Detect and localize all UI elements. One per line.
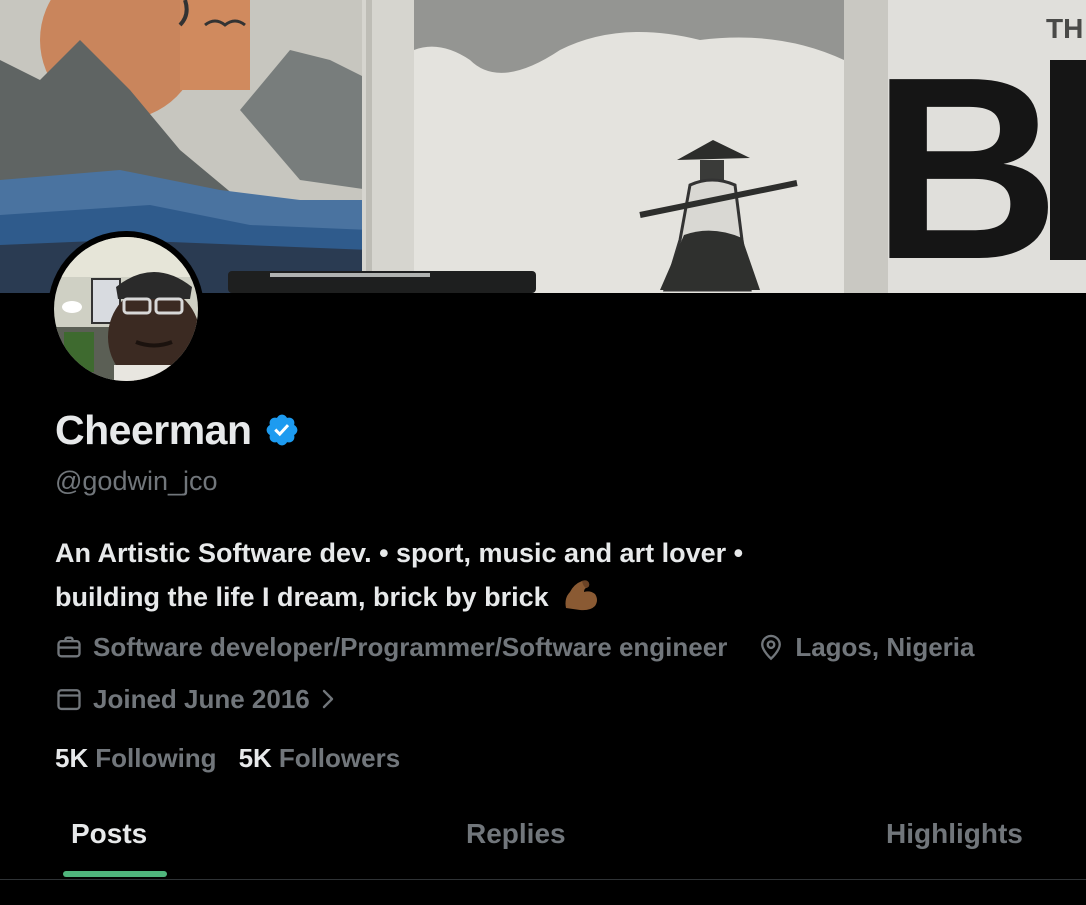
location-text: Lagos, Nigeria	[795, 632, 975, 662]
joined-row[interactable]: Joined June 2016	[55, 683, 336, 715]
tab-highlights[interactable]: Highlights	[886, 816, 1023, 852]
tab-replies[interactable]: Replies	[466, 816, 566, 852]
profile-tabs: Posts Replies Highlights	[0, 798, 1086, 880]
briefcase-icon	[57, 636, 81, 658]
tab-posts[interactable]: Posts	[71, 816, 147, 852]
bio-line-2-text: building the life I dream, brick by bric…	[55, 582, 549, 612]
display-name: Cheerman	[55, 404, 300, 456]
avatar-image	[54, 237, 198, 381]
follow-stats: 5K Following 5K Followers	[55, 742, 400, 774]
following-link[interactable]: 5K Following	[55, 742, 217, 774]
followers-label: Followers	[278, 743, 401, 773]
calendar-icon	[57, 689, 81, 711]
chevron-right-icon[interactable]	[320, 688, 336, 710]
following-label: Following	[95, 743, 217, 773]
followers-count: 5K	[238, 743, 272, 773]
profession-text: Software developer/Programmer/Software e…	[93, 632, 728, 662]
location-item: Lagos, Nigeria	[757, 631, 974, 663]
banner-letters-big: B	[872, 24, 1060, 293]
verified-badge-icon[interactable]	[264, 412, 300, 448]
profile-meta-row: Software developer/Programmer/Software e…	[55, 631, 974, 663]
user-handle: @godwin_jco	[55, 466, 218, 496]
flexed-biceps-icon	[565, 580, 598, 611]
display-name-text: Cheerman	[55, 407, 252, 453]
bio-line-2: building the life I dream, brick by bric…	[55, 575, 1055, 619]
bio-line-1: An Artistic Software dev. • sport, music…	[55, 538, 744, 568]
followers-link[interactable]: 5K Followers	[239, 742, 401, 774]
location-pin-icon	[761, 634, 782, 661]
active-tab-indicator	[63, 871, 167, 877]
profile-avatar[interactable]	[48, 231, 204, 387]
profile-bio: An Artistic Software dev. • sport, music…	[55, 531, 1055, 619]
joined-text: Joined June 2016	[93, 684, 310, 714]
following-count: 5K	[55, 743, 89, 773]
profession-item: Software developer/Programmer/Software e…	[55, 631, 727, 663]
